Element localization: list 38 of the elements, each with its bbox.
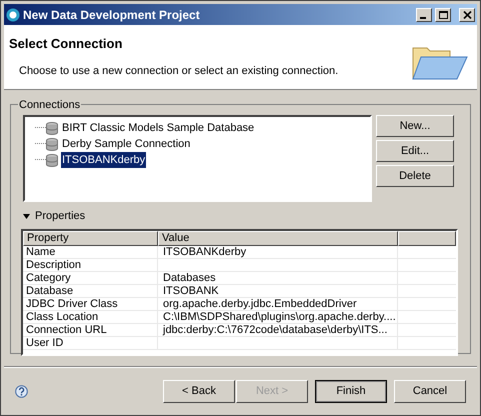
table-cell: JDBC Driver Class [23, 298, 158, 310]
column-header[interactable]: Property [23, 230, 158, 246]
app-icon [6, 8, 20, 22]
table-cell: Name [23, 246, 158, 258]
help-icon[interactable] [15, 385, 28, 398]
tree-item[interactable]: Derby Sample Connection [61, 136, 192, 152]
table-cell: C:\IBM\SDPShared\plugins\org.apache.derby.... [158, 310, 398, 322]
section-label: Properties [35, 209, 86, 224]
table-cell: Databases [158, 272, 398, 284]
close-button[interactable] [459, 8, 475, 22]
tree-item[interactable]: ITSOBANKderby [61, 152, 146, 168]
maximize-icon [438, 10, 448, 18]
action-button[interactable]: Edit... [376, 140, 454, 162]
action-button[interactable]: Delete [376, 165, 454, 187]
wizard-button[interactable]: < Back [163, 380, 235, 403]
minimize-button[interactable] [416, 8, 432, 22]
table-cell: jdbc:derby:C:\7672code\database\derby\ITS... [158, 324, 398, 336]
page-description: Choose to use a new connection or select an existing connection. [18, 64, 340, 78]
table-cell: Description [23, 258, 158, 270]
action-button[interactable]: New... [376, 115, 454, 137]
wizard-button[interactable]: Cancel [394, 380, 466, 403]
table-cell: Database [23, 284, 158, 296]
close-icon [462, 10, 472, 18]
page-title: Select Connection [9, 35, 124, 53]
table-cell: ITSOBANK [158, 284, 398, 296]
window-title: New Data Development Project [23, 6, 201, 24]
table-cell: ITSOBANKderby [158, 246, 398, 258]
table-cell: User ID [23, 336, 158, 348]
column-header[interactable]: Value [158, 230, 398, 246]
wizard-button[interactable]: Finish [315, 380, 387, 403]
table-cell: Connection URL [23, 324, 158, 336]
minimize-icon [420, 16, 426, 18]
table-cell: org.apache.derby.jdbc.EmbeddedDriver [158, 298, 398, 310]
expand-triangle-icon[interactable] [23, 212, 30, 220]
table-cell: Class Location [23, 310, 158, 322]
table-cell: Category [23, 272, 158, 284]
maximize-button[interactable] [435, 8, 451, 22]
tree-item[interactable]: BIRT Classic Models Sample Database [61, 120, 256, 136]
